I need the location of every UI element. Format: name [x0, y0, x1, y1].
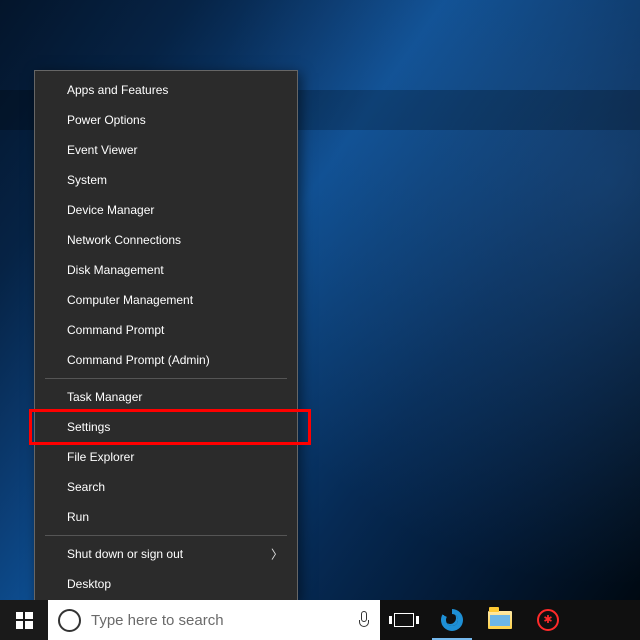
- menu-task-manager[interactable]: Task Manager: [35, 382, 297, 412]
- menu-label: Desktop: [67, 577, 111, 591]
- taskbar-app-file-explorer[interactable]: [476, 600, 524, 640]
- menu-label: File Explorer: [67, 450, 134, 464]
- menu-label: Network Connections: [67, 233, 181, 247]
- windows-logo-icon: [16, 612, 33, 629]
- menu-label: Command Prompt (Admin): [67, 353, 210, 367]
- menu-label: System: [67, 173, 107, 187]
- menu-apps-and-features[interactable]: Apps and Features: [35, 75, 297, 105]
- menu-separator: [45, 378, 287, 379]
- menu-settings[interactable]: Settings: [35, 412, 297, 442]
- menu-label: Command Prompt: [67, 323, 164, 337]
- menu-system[interactable]: System: [35, 165, 297, 195]
- menu-device-manager[interactable]: Device Manager: [35, 195, 297, 225]
- cortana-icon: [58, 609, 81, 632]
- menu-label: Computer Management: [67, 293, 193, 307]
- menu-command-prompt-admin[interactable]: Command Prompt (Admin): [35, 345, 297, 375]
- menu-search[interactable]: Search: [35, 472, 297, 502]
- menu-disk-management[interactable]: Disk Management: [35, 255, 297, 285]
- menu-power-options[interactable]: Power Options: [35, 105, 297, 135]
- menu-file-explorer[interactable]: File Explorer: [35, 442, 297, 472]
- edge-icon: [441, 609, 463, 631]
- menu-label: Settings: [67, 420, 110, 434]
- task-view-icon: [394, 613, 414, 627]
- menu-network-connections[interactable]: Network Connections: [35, 225, 297, 255]
- search-placeholder: Type here to search: [91, 612, 348, 629]
- microphone-icon[interactable]: [358, 611, 370, 629]
- menu-shutdown-signout[interactable]: Shut down or sign out 〉: [35, 539, 297, 569]
- taskbar-app-unknown[interactable]: [524, 600, 572, 640]
- menu-label: Power Options: [67, 113, 146, 127]
- menu-command-prompt[interactable]: Command Prompt: [35, 315, 297, 345]
- winx-context-menu: Apps and Features Power Options Event Vi…: [34, 70, 298, 602]
- menu-label: Event Viewer: [67, 143, 137, 157]
- menu-desktop[interactable]: Desktop: [35, 569, 297, 599]
- red-ring-icon: [537, 609, 559, 631]
- menu-event-viewer[interactable]: Event Viewer: [35, 135, 297, 165]
- menu-label: Task Manager: [67, 390, 142, 404]
- menu-label: Run: [67, 510, 89, 524]
- file-explorer-icon: [488, 611, 512, 629]
- menu-label: Apps and Features: [67, 83, 168, 97]
- menu-label: Search: [67, 480, 105, 494]
- menu-label: Shut down or sign out: [67, 547, 183, 561]
- menu-computer-management[interactable]: Computer Management: [35, 285, 297, 315]
- menu-run[interactable]: Run: [35, 502, 297, 532]
- menu-separator: [45, 535, 287, 536]
- task-view-button[interactable]: [380, 600, 428, 640]
- start-button[interactable]: [0, 600, 48, 640]
- menu-label: Disk Management: [67, 263, 164, 277]
- taskbar-search[interactable]: Type here to search: [48, 600, 380, 640]
- menu-label: Device Manager: [67, 203, 154, 217]
- taskbar: Type here to search: [0, 600, 640, 640]
- chevron-right-icon: 〉: [271, 546, 283, 563]
- taskbar-app-edge[interactable]: [428, 600, 476, 640]
